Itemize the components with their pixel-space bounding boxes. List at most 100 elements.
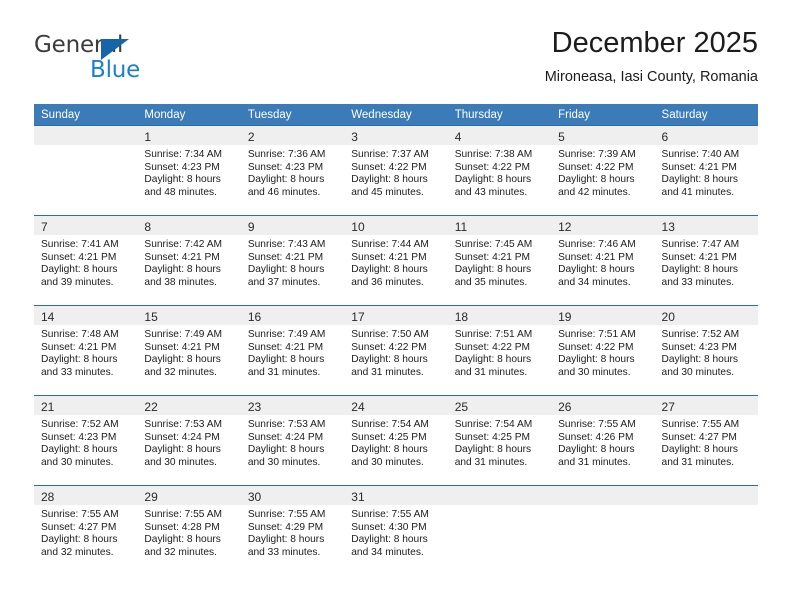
calendar-day-cell[interactable]: 17 Sunrise: 7:50 AM Sunset: 4:22 PM Dayligh… [344,305,448,396]
day-number: 5 [558,130,565,144]
sunset-text: Sunset: 4:21 PM [41,341,117,353]
daylight-text: Daylight: 8 hours [454,174,532,186]
day-number-band [654,486,758,505]
calendar-day-cell[interactable]: 7 Sunrise: 7:41 AM Sunset: 4:21 PM Daylight… [34,215,138,306]
calendar-day-cell[interactable]: 29 Sunrise: 7:55 AM Sunset: 4:28 PM Dayligh… [137,485,241,575]
day-details: Sunrise: 7:43 AM Sunset: 4:21 PM Daylight:… [241,235,344,289]
calendar-day-cell[interactable]: 11 Sunrise: 7:45 AM Sunset: 4:21 PM Dayligh… [447,215,552,306]
day-details: Sunrise: 7:38 AM Sunset: 4:22 PM Daylight:… [448,145,551,199]
day-number: 9 [247,220,255,234]
day-number-band: 21 [34,396,138,415]
day-number: 13 [661,220,675,234]
daylight-text: Daylight: 8 hours [144,264,221,276]
daylight-text: Daylight: 8 hours [661,174,738,186]
daylight-text: Daylight: 8 hours [144,354,221,366]
day-details: Sunrise: 7:53 AM Sunset: 4:24 PM Daylight:… [137,415,240,469]
calendar-day-cell[interactable]: 21 Sunrise: 7:52 AM Sunset: 4:23 PM Dayligh… [34,395,138,486]
day-number: 19 [558,310,572,324]
daylight-text-cont: and 46 minutes. [247,186,321,198]
calendar-day-cell[interactable]: 16 Sunrise: 7:49 AM Sunset: 4:21 PM Dayligh… [240,305,345,396]
calendar-day-cell[interactable]: 6 Sunrise: 7:40 AM Sunset: 4:21 PM Daylight… [654,125,758,216]
day-details: Sunrise: 7:52 AM Sunset: 4:23 PM Daylight:… [655,325,758,379]
sunrise-text: Sunrise: 7:48 AM [41,329,119,340]
day-details: Sunrise: 7:44 AM Sunset: 4:21 PM Daylight:… [344,235,447,289]
sunrise-text: Sunrise: 7:55 AM [144,509,223,520]
calendar-day-cell[interactable]: 20 Sunrise: 7:52 AM Sunset: 4:23 PM Dayligh… [654,305,758,396]
sunset-text: Sunset: 4:21 PM [661,161,737,173]
title-block: December 2025 Mironeasa, Iasi County, Ro… [545,26,758,87]
daylight-text-cont: and 30 minutes. [247,456,321,468]
day-number-band: 12 [551,216,655,235]
calendar-day-cell[interactable]: 24 Sunrise: 7:54 AM Sunset: 4:25 PM Dayligh… [344,395,448,486]
sunrise-text: Sunrise: 7:50 AM [351,329,429,340]
calendar-day-cell[interactable]: 10 Sunrise: 7:44 AM Sunset: 4:21 PM Dayligh… [344,215,448,306]
sunset-text: Sunset: 4:21 PM [41,251,117,263]
calendar-day-cell[interactable]: 28 Sunrise: 7:55 AM Sunset: 4:27 PM Dayligh… [34,485,138,575]
calendar-day-cell[interactable]: 30 Sunrise: 7:55 AM Sunset: 4:29 PM Dayligh… [240,485,345,575]
calendar-day-cell[interactable]: 12 Sunrise: 7:46 AM Sunset: 4:21 PM Dayligh… [551,215,655,306]
calendar-day-cell[interactable]: 2 Sunrise: 7:36 AM Sunset: 4:23 PM Daylight… [240,125,345,216]
daylight-text-cont: and 33 minutes. [247,546,321,558]
calendar-day-cell[interactable]: 23 Sunrise: 7:53 AM Sunset: 4:24 PM Dayligh… [240,395,345,486]
day-number-band: 15 [137,306,241,325]
daylight-text: Daylight: 8 hours [351,174,428,186]
calendar-day-cell[interactable]: 26 Sunrise: 7:55 AM Sunset: 4:26 PM Dayligh… [551,395,655,486]
calendar-day-cell[interactable]: 8 Sunrise: 7:42 AM Sunset: 4:21 PM Daylight… [137,215,241,306]
day-number-band [447,486,552,505]
daylight-text: Daylight: 8 hours [454,264,532,276]
sunset-text: Sunset: 4:22 PM [558,161,634,173]
day-number: 23 [247,400,262,414]
day-cell-inner: 17 Sunrise: 7:50 AM Sunset: 4:22 PM Dayligh… [344,306,448,395]
day-number: 12 [558,220,572,234]
sunset-text: Sunset: 4:25 PM [454,431,531,443]
daylight-text-cont: and 45 minutes. [351,186,424,198]
day-number-band: 22 [137,396,241,415]
sunrise-text: Sunrise: 7:40 AM [661,149,740,160]
day-number: 4 [454,130,462,144]
calendar-day-cell[interactable]: 31 Sunrise: 7:55 AM Sunset: 4:30 PM Dayligh… [344,485,448,575]
calendar-day-cell[interactable]: 1 Sunrise: 7:34 AM Sunset: 4:23 PM Daylight… [137,125,241,216]
day-cell-inner: 16 Sunrise: 7:49 AM Sunset: 4:21 PM Dayligh… [240,306,345,395]
calendar-day-cell[interactable]: 14 Sunrise: 7:48 AM Sunset: 4:21 PM Dayligh… [34,305,138,396]
day-number-band: 16 [240,306,345,325]
calendar-day-cell[interactable]: 9 Sunrise: 7:43 AM Sunset: 4:21 PM Daylight… [240,215,345,306]
day-cell-inner: 31 Sunrise: 7:55 AM Sunset: 4:30 PM Dayligh… [344,486,448,575]
sunrise-text: Sunrise: 7:52 AM [41,419,119,430]
page-header: General Blue December 2025 Mironeasa, Ia… [0,0,792,98]
daylight-text: Daylight: 8 hours [454,444,532,456]
day-details: Sunrise: 7:49 AM Sunset: 4:21 PM Daylight:… [241,325,344,379]
daylight-text: Daylight: 8 hours [41,264,118,276]
day-cell-inner: 11 Sunrise: 7:45 AM Sunset: 4:21 PM Dayligh… [447,216,552,305]
calendar-day-cell[interactable]: 3 Sunrise: 7:37 AM Sunset: 4:22 PM Daylight… [344,125,448,216]
sunset-text: Sunset: 4:28 PM [144,521,220,533]
daylight-text-cont: and 38 minutes. [144,276,217,288]
day-details: Sunrise: 7:55 AM Sunset: 4:29 PM Daylight:… [241,505,344,559]
day-cell-inner: 2 Sunrise: 7:36 AM Sunset: 4:23 PM Daylight… [240,126,345,215]
weekday-header-friday: Friday [551,104,655,126]
calendar-day-cell[interactable]: 25 Sunrise: 7:54 AM Sunset: 4:25 PM Dayligh… [447,395,552,486]
calendar-day-cell[interactable]: 22 Sunrise: 7:53 AM Sunset: 4:24 PM Dayligh… [137,395,241,486]
sunset-text: Sunset: 4:21 PM [351,251,427,263]
day-number-band: 29 [137,486,241,505]
daylight-text-cont: and 42 minutes. [558,186,631,198]
day-number-band: 28 [34,486,138,505]
calendar-day-cell[interactable]: 18 Sunrise: 7:51 AM Sunset: 4:22 PM Dayligh… [447,305,552,396]
calendar-day-cell[interactable]: 27 Sunrise: 7:55 AM Sunset: 4:27 PM Dayligh… [654,395,758,486]
daylight-text: Daylight: 8 hours [144,534,221,546]
day-number-band: 7 [34,216,138,235]
daylight-text: Daylight: 8 hours [351,264,428,276]
daylight-text-cont: and 37 minutes. [247,276,321,288]
calendar-day-cell[interactable]: 13 Sunrise: 7:47 AM Sunset: 4:21 PM Dayligh… [654,215,758,306]
daylight-text: Daylight: 8 hours [661,354,738,366]
day-details: Sunrise: 7:40 AM Sunset: 4:21 PM Daylight:… [655,145,758,199]
calendar-day-cell[interactable]: 15 Sunrise: 7:49 AM Sunset: 4:21 PM Dayligh… [137,305,241,396]
calendar-day-cell[interactable]: 5 Sunrise: 7:39 AM Sunset: 4:22 PM Daylight… [551,125,655,216]
day-cell-inner: 22 Sunrise: 7:53 AM Sunset: 4:24 PM Dayligh… [137,396,241,485]
daylight-text: Daylight: 8 hours [558,354,635,366]
day-number-band: 25 [447,396,552,415]
calendar-day-cell[interactable]: 4 Sunrise: 7:38 AM Sunset: 4:22 PM Daylight… [447,125,552,216]
day-number: 3 [351,130,358,144]
calendar-day-cell[interactable]: 19 Sunrise: 7:51 AM Sunset: 4:22 PM Dayligh… [551,305,655,396]
calendar-day-cell-empty [551,485,655,575]
day-cell-inner: 28 Sunrise: 7:55 AM Sunset: 4:27 PM Dayligh… [34,486,138,575]
